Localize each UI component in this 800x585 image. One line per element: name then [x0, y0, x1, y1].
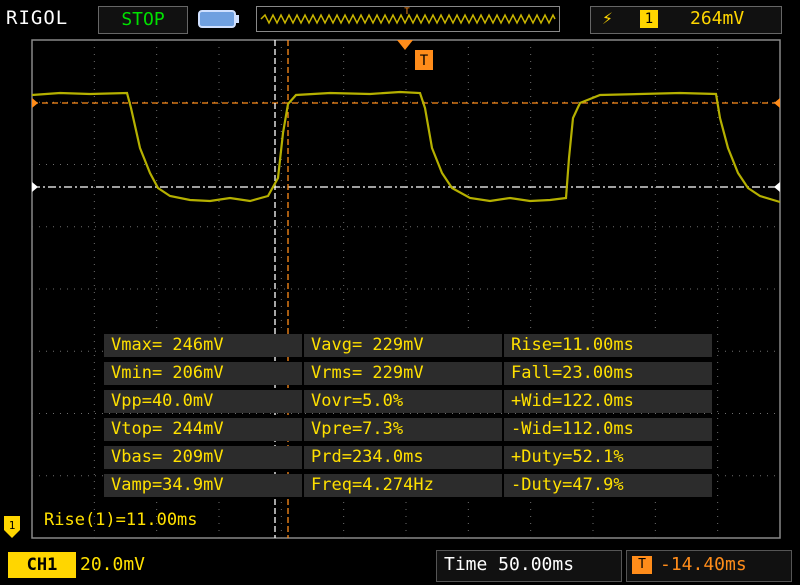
- measurement-table: Vmax= 246mV Vavg= 229mV Rise=11.00ms Vmi…: [104, 334, 712, 502]
- measurement-rise: Rise=11.00ms: [504, 334, 712, 357]
- measurement-vbas: Vbas= 209mV: [104, 446, 304, 469]
- measurement-row: Vtop= 244mV Vpre=7.3% -Wid=112.0ms: [104, 418, 712, 441]
- run-state-indicator[interactable]: STOP: [98, 6, 188, 34]
- channel-1-scale: 20.0mV: [80, 554, 146, 575]
- timebase-label: Time 50.00ms: [444, 554, 575, 575]
- measurement-pos-width: +Wid=122.0ms: [504, 390, 712, 413]
- measurement-vmin: Vmin= 206mV: [104, 362, 304, 385]
- measurement-vtop: Vtop= 244mV: [104, 418, 304, 441]
- measurement-neg-duty: -Duty=47.9%: [504, 474, 712, 497]
- svg-text:T: T: [404, 7, 410, 17]
- measurement-pos-duty: +Duty=52.1%: [504, 446, 712, 469]
- trigger-offset-icon: T: [632, 556, 652, 574]
- measurement-fall: Fall=23.00ms: [504, 362, 712, 385]
- measurement-row: Vmin= 206mV Vrms= 229mV Fall=23.00ms: [104, 362, 712, 385]
- memory-depth-bar: T: [256, 6, 560, 32]
- measurement-neg-width: -Wid=112.0ms: [504, 418, 712, 441]
- trigger-source-badge: 1: [640, 10, 658, 28]
- battery-icon: [198, 10, 239, 28]
- cursor-readout: Rise(1)=11.00ms: [44, 510, 198, 530]
- trigger-offset-value: -14.40ms: [660, 554, 747, 575]
- measurement-row: Vmax= 246mV Vavg= 229mV Rise=11.00ms: [104, 334, 712, 357]
- measurement-vrms: Vrms= 229mV: [304, 362, 504, 385]
- measurement-vavg: Vavg= 229mV: [304, 334, 504, 357]
- rising-edge-icon: ⚡: [602, 8, 613, 29]
- trigger-level: 264mV: [690, 8, 745, 29]
- trigger-panel[interactable]: [590, 6, 782, 34]
- channel-1-marker-label: 1: [9, 519, 16, 532]
- brand-logo: RIGOL: [6, 7, 69, 29]
- channel-1-label[interactable]: CH1: [8, 552, 76, 578]
- measurement-vpp: Vpp=40.0mV: [104, 390, 304, 413]
- measurement-vovr: Vovr=5.0%: [304, 390, 504, 413]
- measurement-vpre: Vpre=7.3%: [304, 418, 504, 441]
- measurement-row: Vbas= 209mV Prd=234.0ms +Duty=52.1%: [104, 446, 712, 469]
- measurement-vamp: Vamp=34.9mV: [104, 474, 304, 497]
- measurement-row: Vamp=34.9mV Freq=4.274Hz -Duty=47.9%: [104, 474, 712, 497]
- measurement-vmax: Vmax= 246mV: [104, 334, 304, 357]
- measurement-period: Prd=234.0ms: [304, 446, 504, 469]
- trigger-marker-label: T: [420, 53, 429, 69]
- measurement-frequency: Freq=4.274Hz: [304, 474, 504, 497]
- measurement-row: Vpp=40.0mV Vovr=5.0% +Wid=122.0ms: [104, 390, 712, 413]
